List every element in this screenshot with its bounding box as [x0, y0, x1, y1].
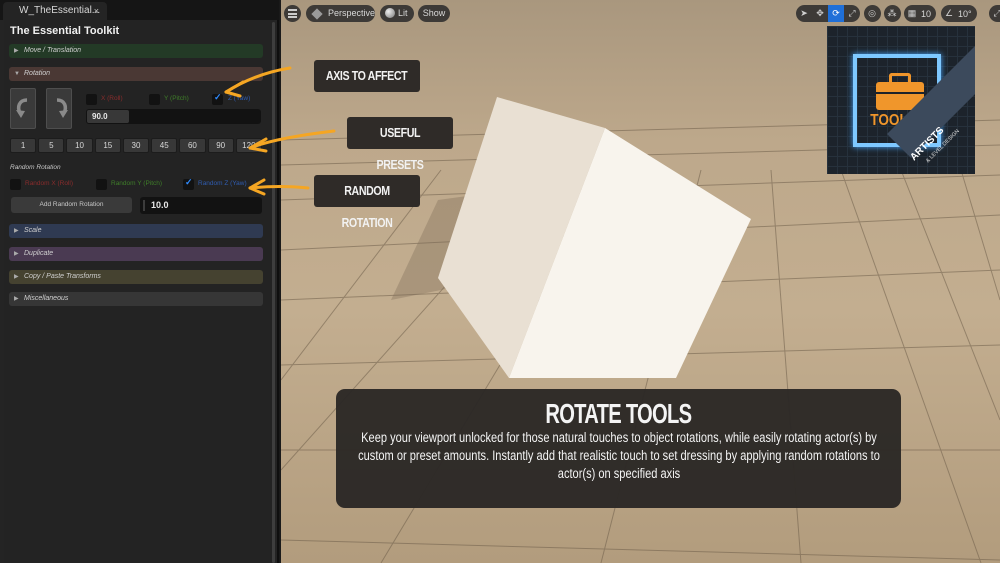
section-label: Rotation	[24, 70, 51, 77]
rotate-ccw-icon	[16, 98, 28, 118]
rotation-amount-value: 90.0	[87, 110, 129, 123]
preset-button[interactable]: 5	[38, 138, 65, 153]
expand-icon: ▶	[14, 296, 19, 302]
label-random-y: Random Y (Pitch)	[111, 180, 163, 187]
rotate-right-button[interactable]	[46, 88, 72, 129]
tab-title: W_TheEssential...	[19, 5, 101, 16]
checkbox-random-x[interactable]	[10, 179, 21, 190]
expand-icon: ▶	[14, 228, 19, 234]
section-duplicate[interactable]: ▶ Duplicate	[9, 247, 263, 261]
checkbox-z-yaw[interactable]	[212, 92, 223, 105]
expand-icon: ▶	[14, 251, 19, 257]
add-random-rotation-button[interactable]: Add Random Rotation	[11, 197, 132, 213]
scale-tool-icon[interactable]: ⤢	[844, 5, 860, 22]
rotation-snap-group[interactable]: ∠ 10°	[941, 5, 977, 22]
perspective-label: Perspective	[328, 8, 376, 18]
cube-icon	[311, 8, 323, 20]
section-label: Copy / Paste Transforms	[24, 273, 101, 280]
grid-snap-value: 10	[921, 8, 932, 19]
random-amount-value: 10.0	[151, 200, 169, 210]
checkbox-random-z[interactable]	[183, 177, 194, 190]
tab-bar: W_TheEssential... ×	[0, 0, 279, 20]
callout-presets: USEFUL PRESETS	[347, 117, 453, 172]
info-heading: ROTATE TOOLS	[545, 398, 693, 429]
rotation-snap-value: 10°	[958, 8, 972, 19]
surface-snap-toggle[interactable]: ⁂	[884, 5, 901, 22]
section-move[interactable]: ▶ Move / Translation	[9, 44, 263, 58]
editor-window: W_TheEssential... × The Essential Toolki…	[0, 0, 1000, 563]
label-y-pitch: Y (Pitch)	[164, 95, 189, 102]
expand-icon: ▶	[14, 48, 19, 54]
close-icon[interactable]: ×	[94, 2, 99, 20]
info-box: ROTATE TOOLS Keep your viewport unlocked…	[336, 389, 901, 508]
preset-button[interactable]: 45	[151, 138, 178, 153]
section-scale[interactable]: ▶ Scale	[9, 224, 263, 238]
world-local-toggle[interactable]: ◎	[864, 5, 881, 22]
maximize-icon: ⤢	[993, 8, 1000, 18]
show-button[interactable]: Show	[418, 5, 450, 22]
rotate-cw-icon	[56, 98, 68, 118]
preset-button[interactable]: 1	[10, 138, 37, 153]
preset-button[interactable]: 15	[94, 138, 121, 153]
select-tool-icon[interactable]: ➤	[796, 5, 812, 22]
section-label: Miscellaneous	[24, 295, 69, 302]
section-rotation[interactable]: ▼ Rotation	[9, 67, 263, 81]
grid-snap-group[interactable]: ▦ 10	[904, 5, 937, 22]
callout-presets-text: USEFUL PRESETS	[376, 125, 424, 172]
preset-button[interactable]: 90	[207, 138, 234, 153]
callout-random: RANDOM ROTATION	[314, 175, 420, 230]
angle-icon: ∠	[944, 8, 954, 18]
lit-label: Lit	[398, 8, 408, 18]
toolkit-panel: W_TheEssential... × The Essential Toolki…	[0, 0, 279, 563]
preset-button[interactable]: 60	[179, 138, 206, 153]
callout-random-text: RANDOM ROTATION	[341, 183, 393, 230]
move-tool-icon[interactable]: ✥	[812, 5, 828, 22]
perspective-button[interactable]: Perspective	[306, 5, 375, 22]
rotate-tool-icon[interactable]: ⟳	[828, 5, 844, 22]
label-z-yaw: Z (Yaw)	[228, 95, 251, 102]
viewport-menu-button[interactable]	[284, 5, 301, 22]
checkbox-random-y[interactable]	[96, 179, 107, 190]
globe-icon: ◎	[868, 8, 876, 18]
section-miscellaneous[interactable]: ▶ Miscellaneous	[9, 292, 263, 306]
info-body: Keep your viewport unlocked for those na…	[358, 430, 880, 481]
hamburger-icon	[288, 9, 297, 18]
toolbox-seam	[876, 92, 924, 94]
checkbox-y-pitch[interactable]	[149, 94, 160, 105]
grid-icon: ▦	[907, 8, 917, 18]
section-label: Move / Translation	[24, 47, 82, 54]
expand-icon: ▶	[14, 274, 19, 280]
preset-button[interactable]: 120	[235, 138, 262, 153]
preset-button[interactable]: 10	[66, 138, 93, 153]
rotate-left-button[interactable]	[10, 88, 36, 129]
random-amount-input[interactable]: 10.0	[140, 197, 262, 214]
section-label: Duplicate	[24, 250, 54, 257]
tab-widget[interactable]: W_TheEssential... ×	[3, 2, 107, 20]
maximize-button[interactable]: ⤢	[989, 5, 1000, 22]
field-handle	[143, 200, 145, 211]
label-random-x: Random X (Roll)	[25, 180, 74, 187]
surface-snap-icon: ⁂	[887, 8, 897, 18]
level-viewport[interactable]: Perspective Lit Show ➤ ✥ ⟳ ⤢ ◎ ⁂ ▦ 10 ∠ …	[281, 0, 1000, 563]
sphere-icon	[385, 8, 395, 18]
callout-axis: AXIS TO AFFECT	[314, 60, 420, 92]
panel-scrollbar[interactable]	[272, 22, 275, 563]
callout-axis-text: AXIS TO AFFECT	[326, 68, 408, 83]
checkbox-x-roll[interactable]	[86, 94, 97, 105]
rotation-amount-input[interactable]: 90.0	[86, 109, 261, 124]
random-rotation-label: Random Rotation	[10, 164, 61, 171]
transform-mode-group: ➤ ✥ ⟳ ⤢	[796, 5, 860, 22]
section-label: Scale	[24, 227, 42, 234]
panel-title: The Essential Toolkit	[10, 25, 120, 37]
preset-buttons: 1 5 10 15 30 45 60 90 120	[10, 138, 262, 153]
label-random-z: Random Z (Yaw)	[198, 180, 247, 187]
label-x-roll: X (Roll)	[101, 95, 123, 102]
toolkit-logo: TOOLKIT ARTISTS & LEVEL DESIGN	[827, 26, 975, 174]
preset-button[interactable]: 30	[122, 138, 150, 153]
collapse-icon: ▼	[14, 71, 20, 77]
lit-button[interactable]: Lit	[380, 5, 414, 22]
section-copy-paste[interactable]: ▶ Copy / Paste Transforms	[9, 270, 263, 284]
